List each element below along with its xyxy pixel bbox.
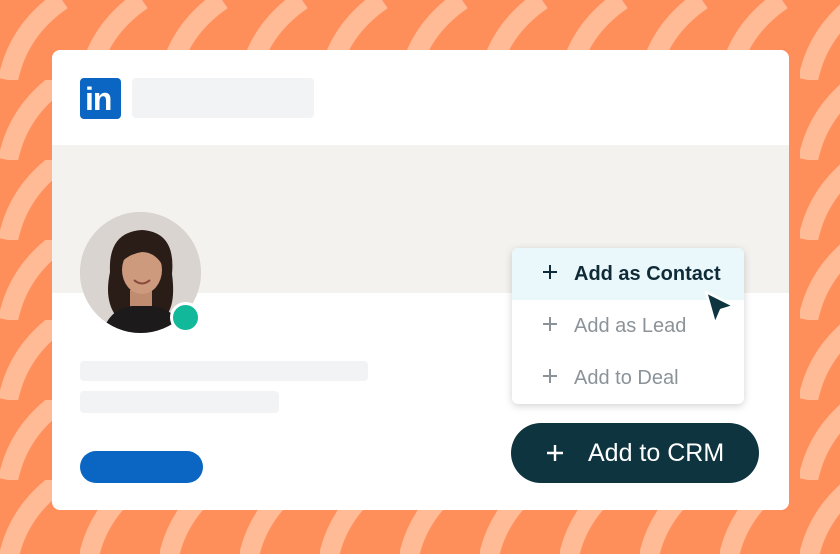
linkedin-logo-text: in [85, 81, 112, 117]
menu-item-label: Add as Contact [574, 262, 721, 285]
connect-button-placeholder[interactable] [80, 451, 203, 483]
plus-icon [543, 369, 557, 383]
menu-item-add-deal[interactable]: Add to Deal [512, 352, 744, 404]
add-to-crm-label: Add to CRM [588, 439, 725, 467]
search-bar-placeholder[interactable] [132, 78, 314, 118]
headline-placeholder [80, 391, 279, 413]
name-placeholder [80, 361, 368, 381]
menu-item-label: Add as Lead [574, 314, 687, 337]
mouse-cursor-icon [704, 290, 736, 326]
plus-icon [543, 265, 557, 279]
menu-item-label: Add to Deal [574, 366, 679, 389]
linkedin-logo-icon[interactable]: in [80, 78, 121, 119]
plus-icon [547, 445, 563, 461]
plus-icon [543, 317, 557, 331]
add-to-crm-button[interactable]: Add to CRM [511, 423, 759, 483]
online-status-dot [170, 302, 201, 333]
